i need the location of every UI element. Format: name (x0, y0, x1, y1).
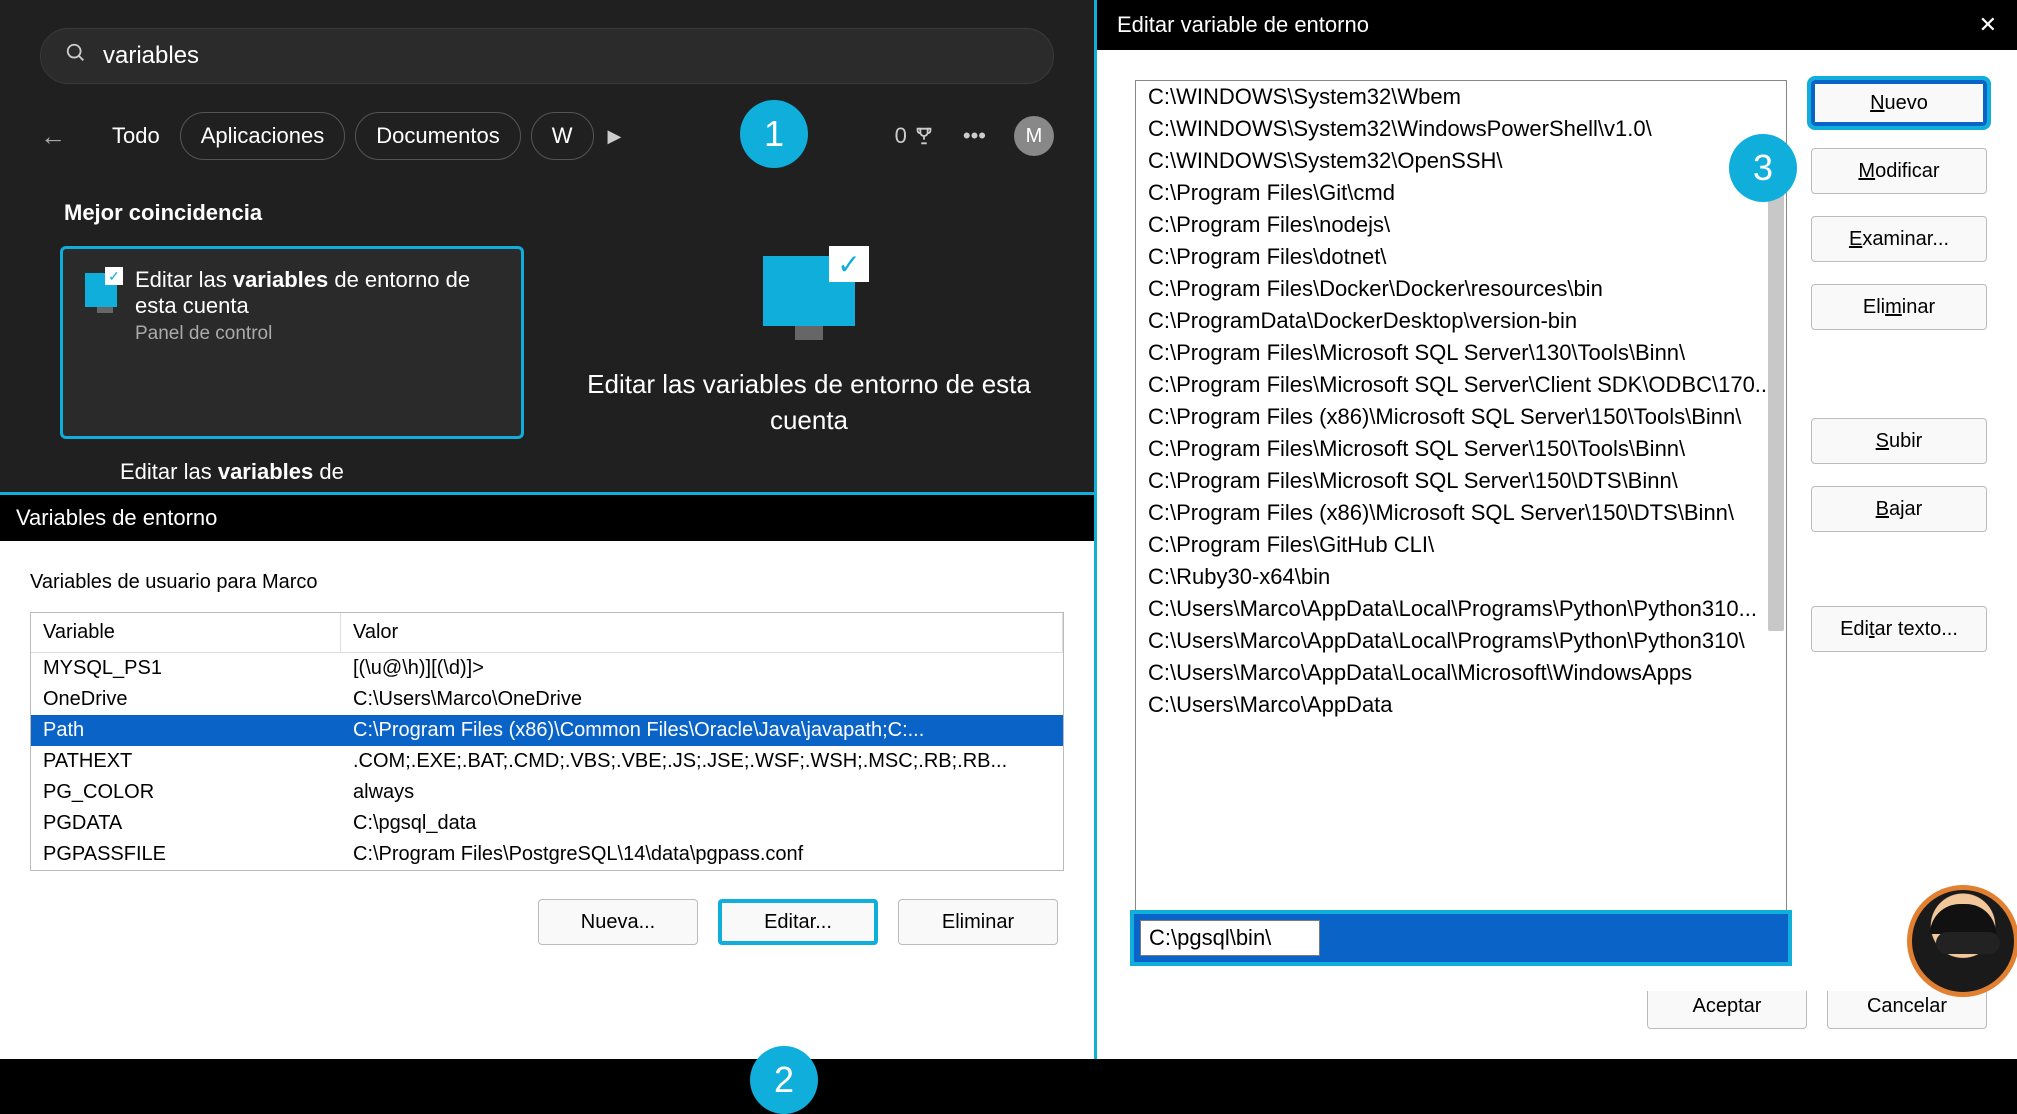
list-item[interactable]: C:\Program Files\Microsoft SQL Server\Cl… (1136, 369, 1786, 401)
table-row[interactable]: PathC:\Program Files (x86)\Common Files\… (31, 715, 1063, 746)
search-tabs: ← Todo Aplicaciones Documentos W ▶ 0 •••… (40, 112, 1054, 160)
windows-search-panel: 1 ← Todo Aplicaciones Documentos W ▶ 0 •… (0, 0, 1094, 495)
list-item[interactable]: C:\Program Files\Git\cmd (1136, 177, 1786, 209)
list-item[interactable]: C:\Users\Marco\AppData\Local\Programs\Py… (1136, 593, 1786, 625)
back-arrow-icon[interactable]: ← (40, 121, 66, 152)
tab-documentos[interactable]: Documentos (355, 112, 521, 160)
tabs-overflow-icon[interactable]: ▶ (608, 126, 622, 147)
list-item[interactable]: C:\Program Files\GitHub CLI\ (1136, 529, 1786, 561)
list-item[interactable]: C:\Users\Marco\AppData\Local\Microsoft\W… (1136, 657, 1786, 689)
col-value[interactable]: Valor (341, 613, 1063, 653)
edit-var-button[interactable]: Editar... (718, 899, 878, 945)
table-header: Variable Valor (31, 613, 1063, 653)
move-down-button[interactable]: Bajar (1811, 486, 1987, 532)
list-item[interactable]: C:\Program Files (x86)\Microsoft SQL Ser… (1136, 497, 1786, 529)
author-avatar (1907, 885, 2017, 997)
browse-path-button[interactable]: Examinar... (1811, 216, 1987, 262)
list-item[interactable]: C:\Program Files (x86)\Microsoft SQL Ser… (1136, 401, 1786, 433)
list-item[interactable]: C:\Program Files\dotnet\ (1136, 241, 1786, 273)
search-icon (65, 42, 87, 70)
edit-text-button[interactable]: Editar texto... (1811, 606, 1987, 652)
list-item[interactable]: C:\WINDOWS\System32\Wbem (1136, 81, 1786, 113)
result-subtitle: Panel de control (135, 323, 499, 345)
table-row[interactable]: MYSQL_PS1[(\u@\h)][(\d)]> (31, 653, 1063, 684)
best-match-label: Mejor coincidencia (64, 200, 1030, 226)
result-title: Editar las variables de entorno de esta … (135, 267, 499, 319)
search-bar[interactable] (40, 28, 1054, 84)
edit-dialog-title: Editar variable de entorno (1117, 12, 1369, 38)
rewards-score[interactable]: 0 (895, 123, 935, 149)
preview-title: Editar las variables de entorno de esta … (524, 366, 1094, 439)
list-item[interactable]: C:\Users\Marco\AppData (1136, 689, 1786, 721)
table-row[interactable]: PG_COLORalways (31, 777, 1063, 808)
step-badge-2: 2 (750, 1046, 818, 1114)
user-avatar[interactable]: M (1014, 116, 1054, 156)
path-list[interactable]: C:\WINDOWS\System32\WbemC:\WINDOWS\Syste… (1135, 80, 1787, 961)
user-vars-table[interactable]: Variable Valor MYSQL_PS1[(\u@\h)][(\d)]>… (30, 612, 1064, 871)
list-item[interactable]: C:\Program Files\Microsoft SQL Server\15… (1136, 433, 1786, 465)
search-result-secondary[interactable]: Editar las variables de (120, 459, 1094, 485)
tab-truncated[interactable]: W (531, 112, 594, 160)
monitor-settings-icon-large: ✓ (763, 256, 855, 326)
list-item[interactable]: C:\ProgramData\DockerDesktop\version-bin (1136, 305, 1786, 337)
step-badge-3: 3 (1729, 134, 1797, 202)
path-edit-input[interactable] (1140, 920, 1320, 956)
list-item[interactable]: C:\Program Files\nodejs\ (1136, 209, 1786, 241)
monitor-settings-icon: ✓ (85, 273, 117, 307)
delete-var-button[interactable]: Eliminar (898, 899, 1058, 945)
step-badge-1: 1 (740, 100, 808, 168)
list-item[interactable]: C:\Users\Marco\AppData\Local\Programs\Py… (1136, 625, 1786, 657)
dialog-title: Variables de entorno (0, 495, 1094, 541)
table-row[interactable]: PATHEXT.COM;.EXE;.BAT;.CMD;.VBS;.VBE;.JS… (31, 746, 1063, 777)
delete-path-button[interactable]: Eliminar (1811, 284, 1987, 330)
list-item[interactable]: C:\WINDOWS\System32\WindowsPowerShell\v1… (1136, 113, 1786, 145)
new-path-button[interactable]: Nuevo (1811, 80, 1987, 126)
list-item[interactable]: C:\Ruby30-x64\bin (1136, 561, 1786, 593)
path-edit-row[interactable] (1130, 910, 1792, 966)
edit-dialog-titlebar: Editar variable de entorno ✕ (1097, 0, 2017, 50)
table-row[interactable]: PGPASSFILEC:\Program Files\PostgreSQL\14… (31, 839, 1063, 870)
more-options-icon[interactable]: ••• (963, 123, 986, 149)
modify-path-button[interactable]: Modificar (1811, 148, 1987, 194)
result-preview: ✓ Editar las variables de entorno de est… (524, 246, 1094, 439)
tab-todo[interactable]: Todo (92, 113, 180, 159)
tab-aplicaciones[interactable]: Aplicaciones (180, 112, 346, 160)
list-item[interactable]: C:\Program Files\Microsoft SQL Server\15… (1136, 465, 1786, 497)
new-var-button[interactable]: Nueva... (538, 899, 698, 945)
close-icon[interactable]: ✕ (1979, 12, 1997, 38)
search-result-primary[interactable]: ✓ Editar las variables de entorno de est… (60, 246, 524, 439)
table-row[interactable]: PGDATAC:\pgsql_data (31, 808, 1063, 839)
move-up-button[interactable]: Subir (1811, 418, 1987, 464)
search-input[interactable] (103, 42, 1029, 70)
col-variable[interactable]: Variable (31, 613, 341, 653)
user-vars-section-label: Variables de usuario para Marco (30, 571, 1064, 594)
list-item[interactable]: C:\Program Files\Microsoft SQL Server\13… (1136, 337, 1786, 369)
list-item[interactable]: C:\Program Files\Docker\Docker\resources… (1136, 273, 1786, 305)
edit-env-var-dialog: Editar variable de entorno ✕ 3 C:\WINDOW… (1097, 0, 2017, 1059)
list-item[interactable]: C:\WINDOWS\System32\OpenSSH\ (1136, 145, 1786, 177)
scrollbar-thumb[interactable] (1768, 191, 1784, 631)
table-row[interactable]: OneDriveC:\Users\Marco\OneDrive (31, 684, 1063, 715)
env-vars-dialog: 2 Variables de entorno Variables de usua… (0, 495, 1094, 1059)
